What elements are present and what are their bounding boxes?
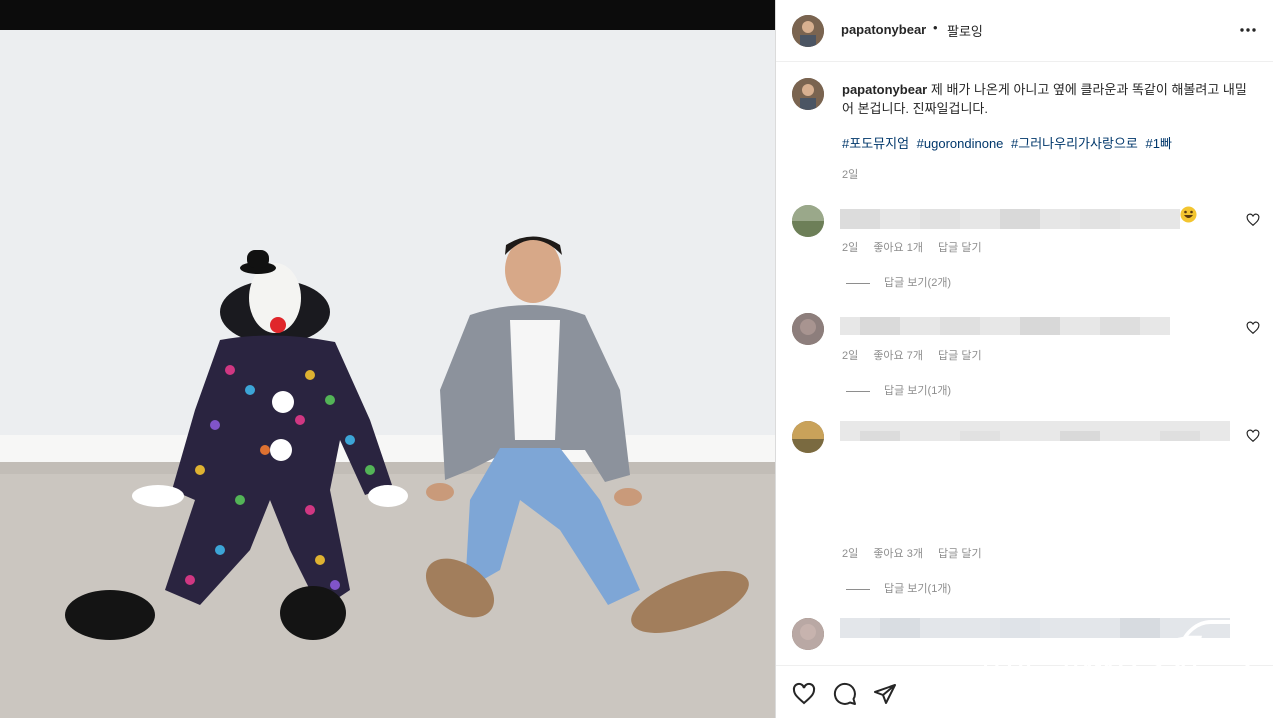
caption-text-block: papatonybear 제 배가 나온게 아니고 옆에 클라운과 똑같이 해볼…	[842, 80, 1252, 118]
caption-avatar[interactable]	[792, 78, 824, 110]
photo-top-bar	[0, 0, 775, 30]
header-separator: •	[933, 20, 938, 35]
post-header: papatonybear • 팔로잉	[776, 0, 1273, 62]
author-username[interactable]: papatonybear	[841, 22, 926, 37]
comment-timestamp: 2일	[842, 242, 859, 254]
comment-icon[interactable]	[833, 682, 857, 706]
comment-like-heart-icon[interactable]	[1246, 321, 1260, 335]
following-button[interactable]: 팔로잉	[947, 21, 983, 40]
author-avatar[interactable]	[792, 15, 824, 47]
caption-timestamp: 2일	[842, 169, 859, 181]
hashtag-link[interactable]: #1빠	[1146, 136, 1172, 151]
blurred-comment-text	[840, 209, 1180, 229]
replies-divider	[846, 390, 870, 392]
hashtag-list: #포도뮤지엄 #ugorondinone #그러나우리가사랑으로 #1빠	[842, 133, 1176, 152]
laughing-emoji-icon	[1180, 206, 1197, 223]
news1-watermark-logo: news1	[979, 620, 1255, 712]
comment-meta: 2일 좋아요 3개 답글 달기	[842, 545, 994, 561]
comment-avatar[interactable]	[792, 313, 824, 345]
comment-avatar[interactable]	[792, 205, 824, 237]
hashtag-link[interactable]: #그러나우리가사랑으로	[1011, 136, 1138, 151]
heart-icon[interactable]	[792, 682, 816, 706]
post-panel: papatonybear • 팔로잉 papatonybear 제 배가 나온게…	[775, 0, 1273, 718]
view-replies-button[interactable]: 답글 보기(2개)	[846, 274, 951, 290]
comment-timestamp: 2일	[842, 350, 859, 362]
comment-timestamp: 2일	[842, 548, 859, 560]
blurred-comment-text	[840, 317, 1170, 335]
view-replies-label: 답글 보기(2개)	[884, 277, 952, 289]
comment-likes-count[interactable]: 좋아요 3개	[873, 548, 923, 560]
replies-divider	[846, 588, 870, 590]
comment-likes-count[interactable]: 좋아요 1개	[873, 242, 923, 254]
reply-button[interactable]: 답글 달기	[938, 350, 982, 362]
view-replies-button[interactable]: 답글 보기(1개)	[846, 382, 951, 398]
reply-button[interactable]: 답글 달기	[938, 548, 982, 560]
comment-like-heart-icon[interactable]	[1246, 429, 1260, 443]
share-icon[interactable]	[873, 682, 897, 706]
reply-button[interactable]: 답글 달기	[938, 242, 982, 254]
post-photo	[0, 30, 775, 718]
view-replies-label: 답글 보기(1개)	[884, 385, 952, 397]
hashtag-link[interactable]: #ugorondinone	[917, 136, 1004, 151]
view-replies-label: 답글 보기(1개)	[884, 583, 952, 595]
comment-avatar[interactable]	[792, 421, 824, 453]
hashtag-link[interactable]: #포도뮤지엄	[842, 136, 909, 151]
comment-meta: 2일 좋아요 1개 답글 달기	[842, 239, 994, 255]
replies-divider	[846, 282, 870, 284]
blurred-comment-text	[840, 421, 1230, 441]
comment-like-heart-icon[interactable]	[1246, 213, 1260, 227]
view-replies-button[interactable]: 답글 보기(1개)	[846, 580, 951, 596]
caption-username[interactable]: papatonybear	[842, 82, 927, 97]
comment-meta: 2일 좋아요 7개 답글 달기	[842, 347, 994, 363]
comment-likes-count[interactable]: 좋아요 7개	[873, 350, 923, 362]
more-dots-icon[interactable]	[1238, 22, 1258, 38]
comment-avatar[interactable]	[792, 618, 824, 650]
